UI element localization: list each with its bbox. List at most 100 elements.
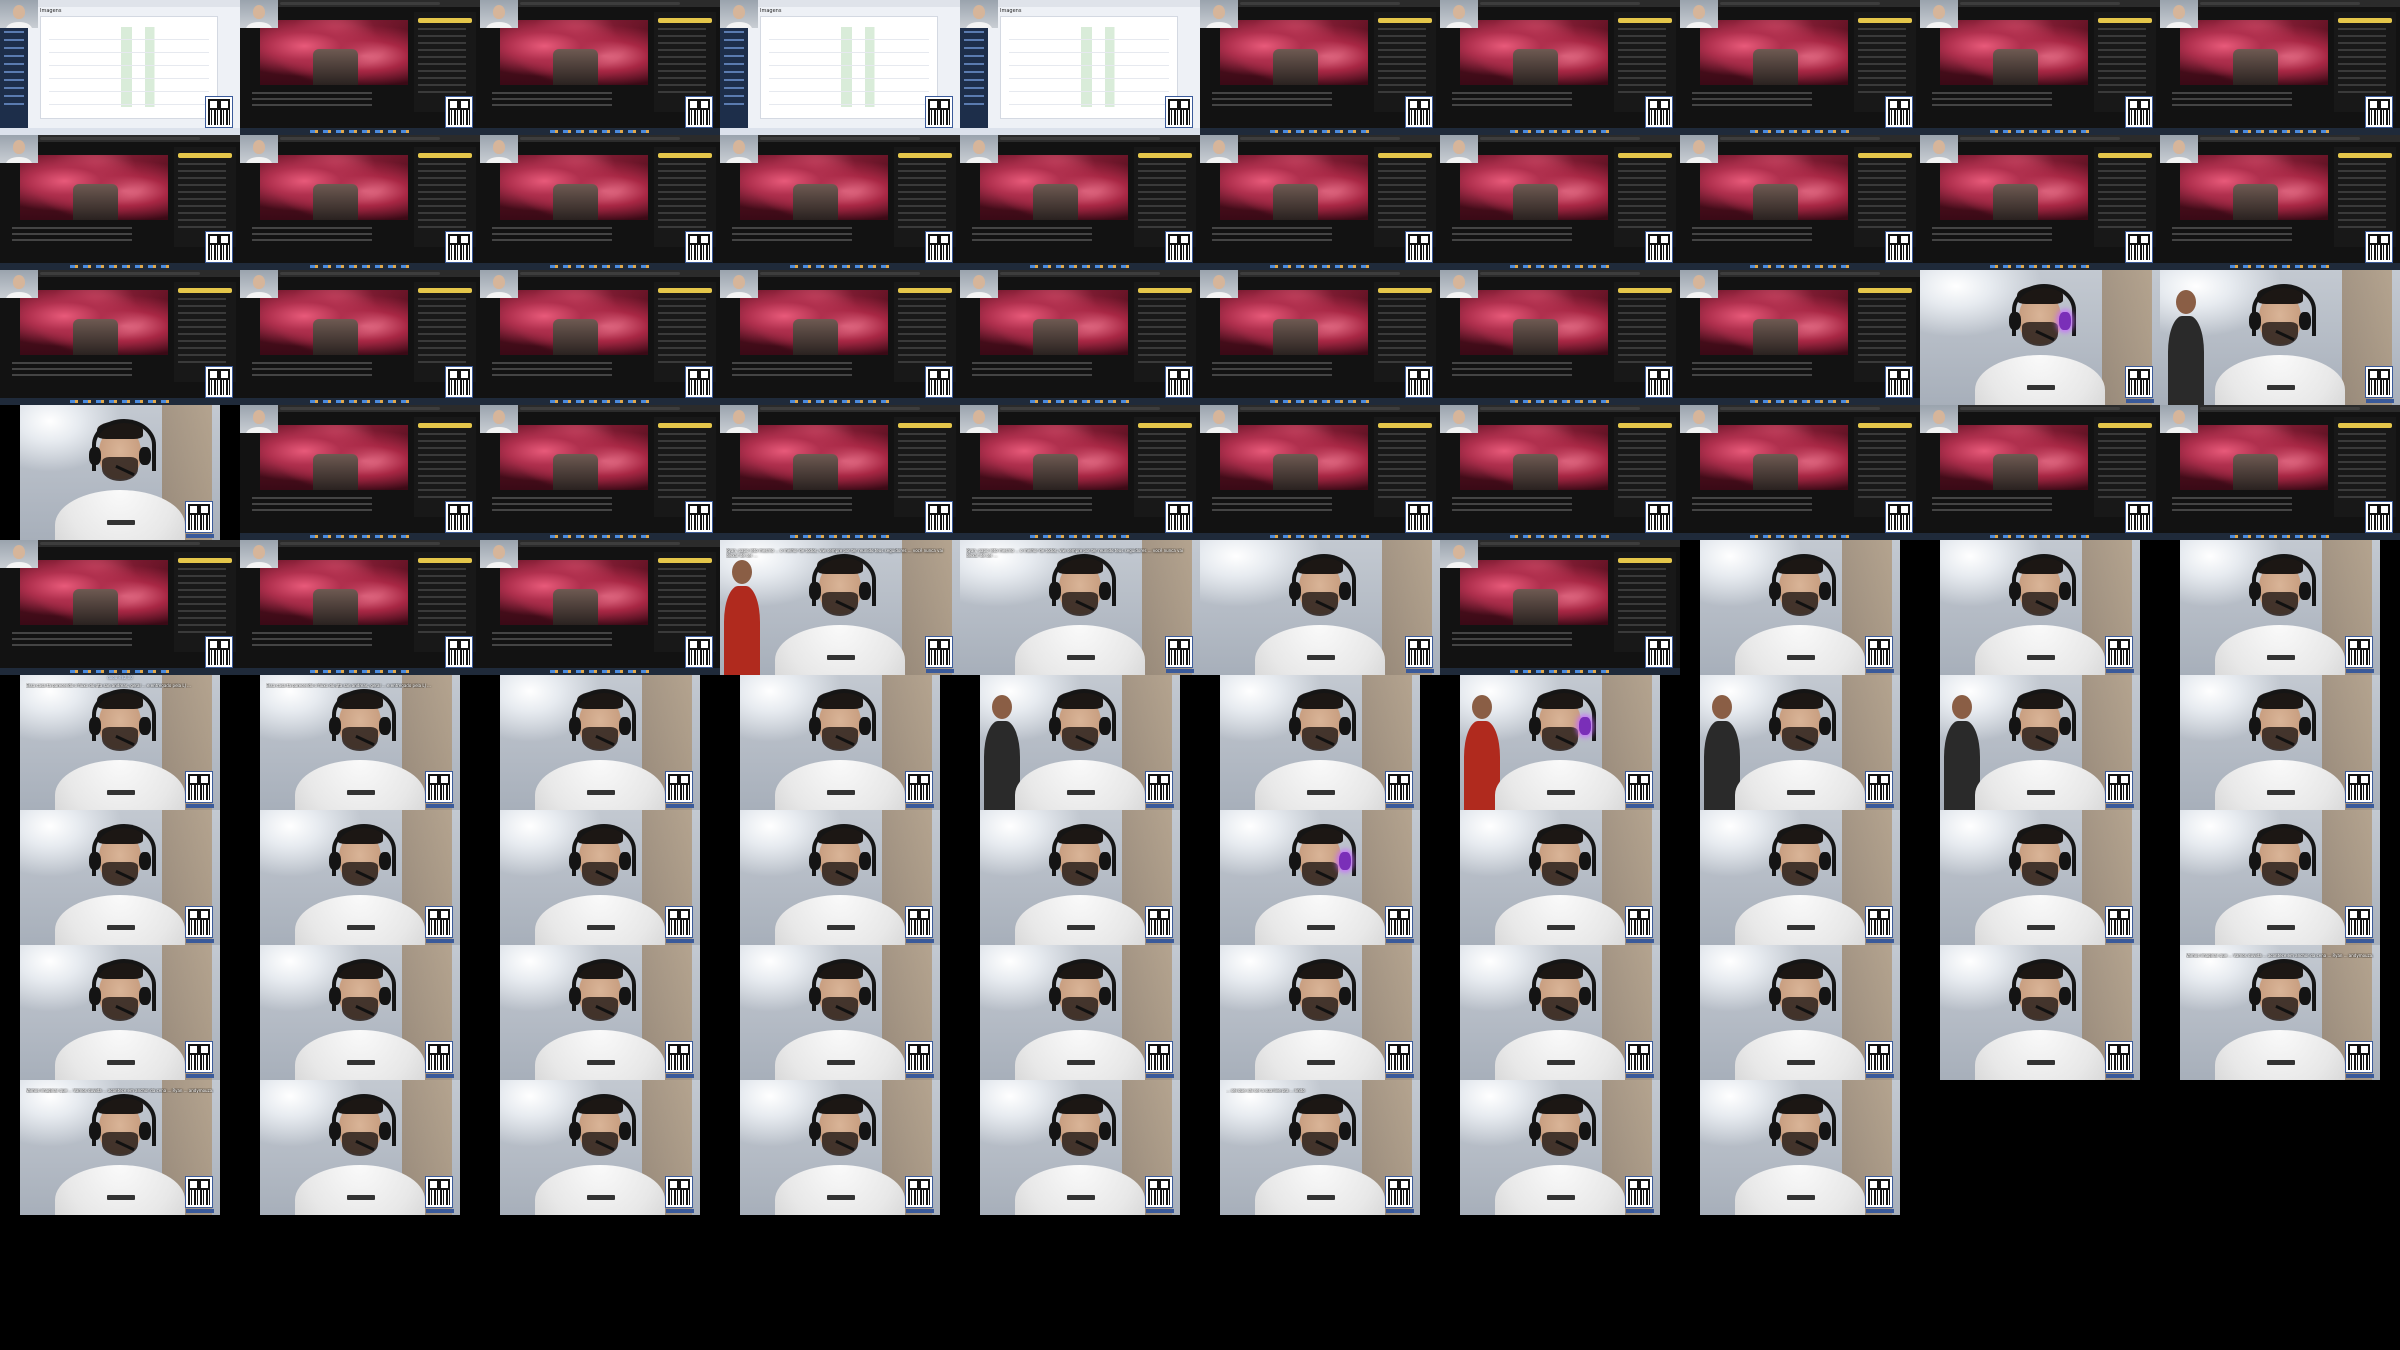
qr-label-bar <box>906 1074 934 1078</box>
qr-code-icon <box>1626 1177 1652 1207</box>
white-shirt <box>1735 760 1865 810</box>
webcam-overlay <box>1440 135 1478 163</box>
headset-earcup-right <box>2059 582 2071 600</box>
qr-label-bar <box>186 1209 214 1213</box>
streamer <box>295 945 425 1080</box>
webcam-frame <box>1460 810 1660 945</box>
screen-capture-frame <box>480 540 720 675</box>
qr-code-icon <box>1406 97 1432 127</box>
taskbar <box>1680 128 1920 135</box>
qr-code-icon <box>206 367 232 397</box>
thumbnail-cell <box>1920 675 2160 810</box>
qr-label-bar <box>186 534 214 538</box>
webcam-overlay <box>240 405 278 433</box>
qr-code-icon <box>926 637 952 667</box>
qr-code-icon <box>1646 232 1672 262</box>
qr-label-bar <box>906 804 934 808</box>
webcam-frame <box>1940 675 2140 810</box>
thumbnail-cell: Imagens <box>0 0 240 135</box>
streamer <box>1495 675 1625 810</box>
headset-earcup-left <box>89 852 101 870</box>
webcam-overlay <box>2160 405 2198 433</box>
webcam-overlay <box>1200 405 1238 433</box>
qr-code-icon <box>1626 1042 1652 1072</box>
webcam-frame <box>20 405 220 540</box>
headset-earcup-left <box>1769 1122 1781 1140</box>
thumbnail-cell <box>480 810 720 945</box>
screen-capture-frame <box>480 0 720 135</box>
white-shirt <box>295 760 425 810</box>
webcam-frame <box>260 945 460 1080</box>
taskbar <box>480 668 720 675</box>
qr-label-bar <box>1406 669 1434 673</box>
qr-label-bar <box>1146 1074 1174 1078</box>
streamer <box>55 1080 185 1215</box>
thumbnail-cell <box>480 405 720 540</box>
qr-label-bar <box>666 939 694 943</box>
headset-earcup-left <box>2009 987 2021 1005</box>
headset-earcup-right <box>1579 1122 1591 1140</box>
stream-info <box>2172 497 2292 515</box>
headset-earcup-left <box>1769 582 1781 600</box>
headset-earcup-right <box>1579 987 1591 1005</box>
qr-code-icon <box>1866 1177 1892 1207</box>
white-shirt <box>1255 760 1385 810</box>
qr-code-icon <box>686 502 712 532</box>
qr-code-icon <box>2346 907 2372 937</box>
stream-info <box>2172 227 2292 245</box>
thumbnail-cell <box>1680 945 1920 1080</box>
webcam-overlay <box>2160 135 2198 163</box>
qr-code-icon <box>926 367 952 397</box>
webcam-frame: Ryan, papo reto mesmo ... o melhor de to… <box>960 540 1200 675</box>
webcam-overlay <box>720 270 758 298</box>
headset-earcup-left <box>1529 987 1541 1005</box>
stream-video-area <box>500 20 648 85</box>
qr-code-icon <box>1646 502 1672 532</box>
webcam-frame: ... sei que vai ser a sua live pra ... l… <box>1220 1080 1420 1215</box>
webcam-frame <box>1460 1080 1660 1215</box>
qr-code-icon <box>2106 1042 2132 1072</box>
stream-video-area <box>500 290 648 355</box>
qr-code-icon <box>1146 1177 1172 1207</box>
screen-capture-frame <box>1680 0 1920 135</box>
taskbar <box>960 263 1200 270</box>
webcam-frame <box>500 810 700 945</box>
qr-code-icon <box>686 97 712 127</box>
stream-info <box>1452 227 1572 245</box>
webcam-frame <box>1220 945 1420 1080</box>
thumbnail-cell <box>2160 675 2400 810</box>
headset-earcup-right <box>1099 987 1111 1005</box>
webcam-overlay <box>960 135 998 163</box>
webcam-overlay <box>720 0 758 28</box>
qr-label-bar <box>186 804 214 808</box>
stream-video-area <box>500 155 648 220</box>
stream-video-area <box>1700 155 1848 220</box>
webcam-frame <box>1460 945 1660 1080</box>
thumbnail-cell: Imagens <box>960 0 1200 135</box>
page-title: Imagens <box>760 8 782 14</box>
streamer <box>775 810 905 945</box>
streamer <box>775 1080 905 1215</box>
webcam-overlay <box>0 0 38 28</box>
white-shirt <box>535 1165 665 1215</box>
donation-header: doou R$2,00 <box>107 675 133 680</box>
headset-earcup-left <box>329 717 341 735</box>
taskbar <box>480 128 720 135</box>
stream-info <box>972 227 1092 245</box>
streamer <box>295 1080 425 1215</box>
qr-code-icon <box>2106 637 2132 667</box>
qr-code-icon <box>1646 97 1672 127</box>
streamer <box>535 675 665 810</box>
webcam-overlay <box>480 270 518 298</box>
headset-earcup-right <box>859 717 871 735</box>
headset-earcup-right <box>2059 852 2071 870</box>
qr-code-icon <box>446 637 472 667</box>
webcam-frame <box>2180 675 2380 810</box>
stream-info <box>732 497 852 515</box>
headset-earcup-right <box>1339 717 1351 735</box>
qr-label-bar <box>426 804 454 808</box>
streamer <box>1255 810 1385 945</box>
stream-video-area <box>20 560 168 625</box>
qr-code-icon <box>666 772 692 802</box>
qr-code-icon <box>206 97 232 127</box>
